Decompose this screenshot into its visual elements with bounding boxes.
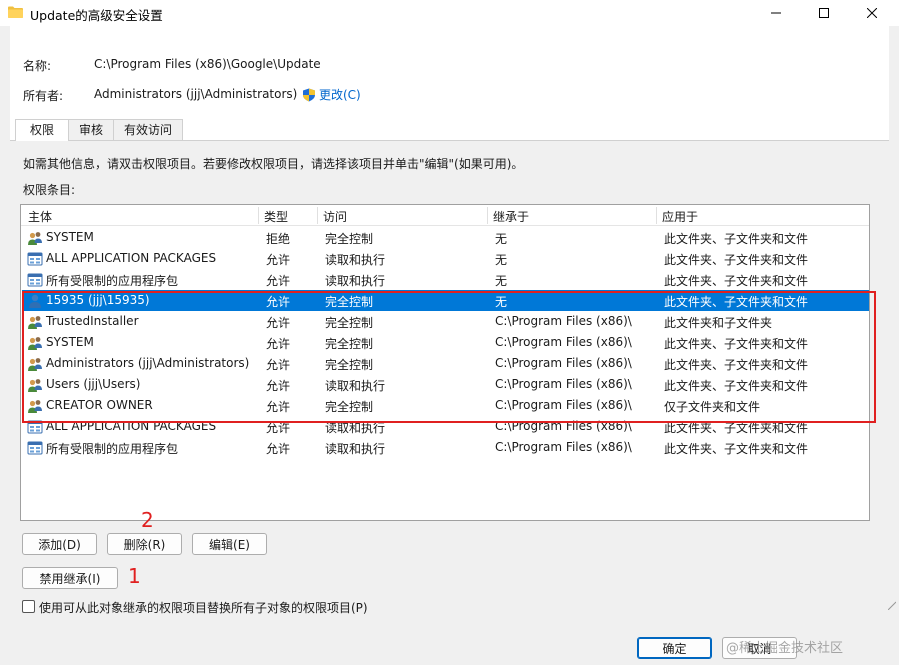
remove-button[interactable]: 删除(R) <box>107 533 182 555</box>
window-title: Update的高级安全设置 <box>30 8 163 23</box>
ok-button[interactable]: 确定 <box>637 637 712 659</box>
cell-applies: 此文件夹、子文件夹和文件 <box>664 232 809 246</box>
cell-inherited: 无 <box>495 232 508 246</box>
cell-type: 允许 <box>266 442 291 456</box>
name-label: 名称: <box>23 59 52 73</box>
maximize-icon <box>819 8 829 18</box>
minimize-button[interactable] <box>753 0 799 26</box>
shield-icon <box>303 88 315 101</box>
edit-button[interactable]: 编辑(E) <box>192 533 267 555</box>
column-header-type[interactable]: 类型 <box>264 208 288 225</box>
table-row[interactable]: SYSTEM 拒绝 完全控制 无 此文件夹、子文件夹和文件 <box>22 227 869 248</box>
table-row[interactable]: 所有受限制的应用程序包 允许 读取和执行 无 此文件夹、子文件夹和文件 <box>22 269 869 290</box>
watermark: @稀土掘金技术社区 <box>726 641 844 656</box>
folder-icon <box>8 6 23 18</box>
cell-access: 读取和执行 <box>325 442 386 456</box>
column-header-applies[interactable]: 应用于 <box>662 208 698 225</box>
cell-access: 读取和执行 <box>325 253 386 267</box>
cell-inherited: 无 <box>495 253 508 267</box>
package-icon <box>27 251 43 267</box>
cell-applies: 此文件夹、子文件夹和文件 <box>664 442 809 456</box>
table-row[interactable]: 所有受限制的应用程序包 允许 读取和执行 C:\Program Files (x86)… <box>22 437 869 458</box>
list-header: 主体 类型 访问 继承于 应用于 <box>21 205 869 226</box>
package-icon <box>27 440 43 456</box>
user-group-icon <box>27 230 43 246</box>
cell-type: 允许 <box>266 274 291 288</box>
tab-permissions[interactable]: 权限 <box>15 119 70 141</box>
cell-principal: ALL APPLICATION PACKAGES <box>46 251 217 265</box>
column-divider[interactable] <box>258 207 259 224</box>
add-button[interactable]: 添加(D) <box>22 533 97 555</box>
disable-inheritance-button[interactable]: 禁用继承(I) <box>22 567 118 589</box>
column-header-access[interactable]: 访问 <box>323 208 347 225</box>
column-header-principal[interactable]: 主体 <box>28 208 52 225</box>
tab-effective-access[interactable]: 有效访问 <box>113 119 184 140</box>
cell-principal: 所有受限制的应用程序包 <box>46 442 179 456</box>
tab-strip: 权限 审核 有效访问 <box>15 119 184 141</box>
change-owner-label: 更改(C) <box>319 88 361 102</box>
cell-type: 拒绝 <box>266 232 291 246</box>
cell-access: 读取和执行 <box>325 274 386 288</box>
cell-inherited: C:\Program Files (x86)\ <box>495 440 632 454</box>
entries-label: 权限条目: <box>23 183 76 197</box>
title-bar: Update的高级安全设置 <box>0 0 899 26</box>
owner-label: 所有者: <box>23 89 64 103</box>
cell-access: 完全控制 <box>325 232 374 246</box>
column-divider[interactable] <box>656 207 657 224</box>
close-icon <box>867 8 877 18</box>
tab-auditing[interactable]: 审核 <box>68 119 115 140</box>
cell-applies: 此文件夹、子文件夹和文件 <box>664 253 809 267</box>
close-button[interactable] <box>849 0 895 26</box>
package-icon <box>27 272 43 288</box>
annotation-number-one: 1 <box>128 564 141 588</box>
name-value: C:\Program Files (x86)\Google\Update <box>94 57 321 71</box>
minimize-icon <box>771 12 781 14</box>
resize-grip-icon <box>888 601 896 610</box>
table-row[interactable]: ALL APPLICATION PACKAGES 允许 读取和执行 无 此文件夹、子文件… <box>22 248 869 269</box>
replace-child-permissions-checkbox[interactable] <box>22 600 35 613</box>
highlight-box <box>22 291 876 423</box>
column-header-inherited[interactable]: 继承于 <box>493 208 529 225</box>
column-divider[interactable] <box>487 207 488 224</box>
cell-applies: 此文件夹、子文件夹和文件 <box>664 274 809 288</box>
column-divider[interactable] <box>317 207 318 224</box>
cell-inherited: 无 <box>495 274 508 288</box>
replace-child-permissions-label: 使用可从此对象继承的权限项目替换所有子对象的权限项目(P) <box>39 601 368 615</box>
owner-value: Administrators (jjj\Administrators) <box>94 87 298 101</box>
annotation-number-two: 2 <box>141 508 154 532</box>
cell-principal: SYSTEM <box>46 230 94 244</box>
info-text: 如需其他信息，请双击权限项目。若要修改权限项目，请选择该项目并单击"编辑"(如果… <box>23 157 524 171</box>
cell-principal: 所有受限制的应用程序包 <box>46 274 179 288</box>
maximize-button[interactable] <box>801 0 847 26</box>
cell-type: 允许 <box>266 253 291 267</box>
change-owner-link[interactable]: 更改(C) <box>302 86 361 103</box>
